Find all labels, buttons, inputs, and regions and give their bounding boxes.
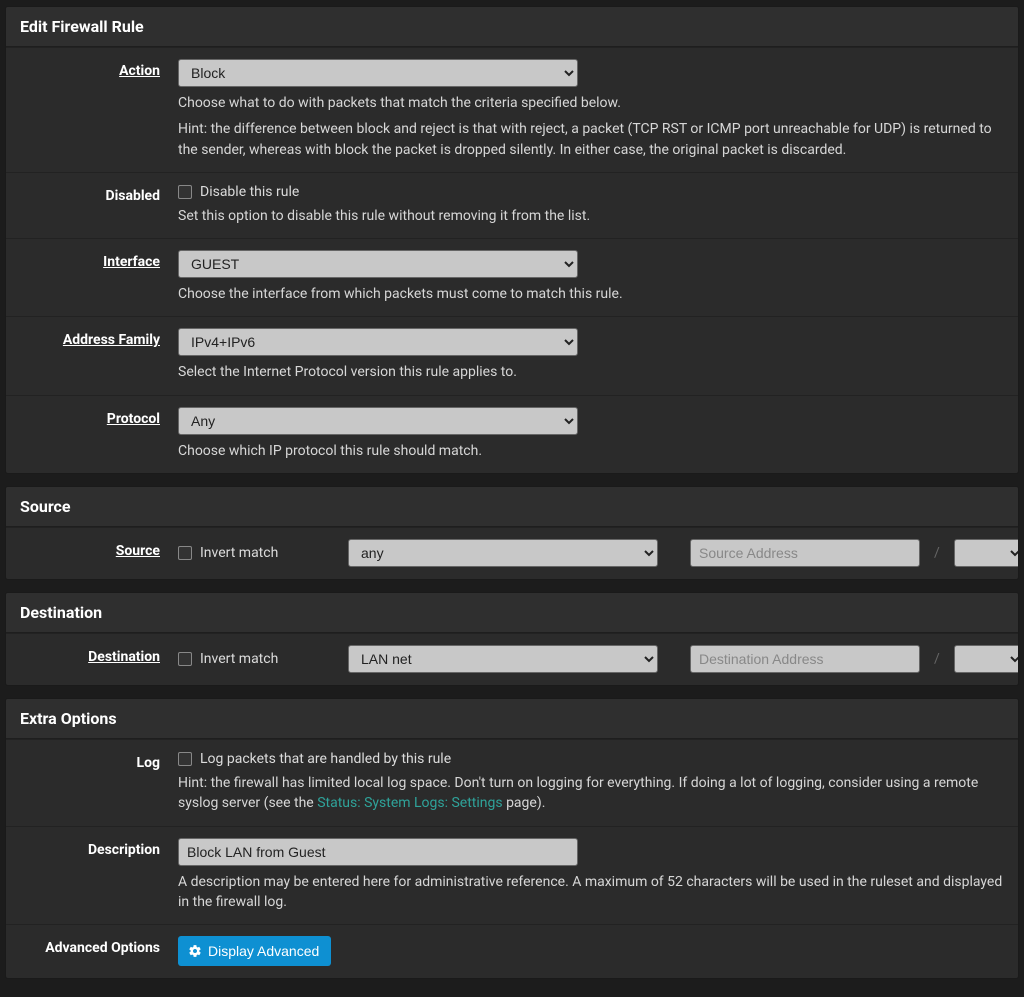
description-input[interactable]: [178, 838, 578, 866]
destination-panel: Destination Destination Invert match LAN…: [5, 592, 1019, 686]
label-address-family: Address Family: [18, 328, 178, 382]
extra-options-panel: Extra Options Log Log packets that are h…: [5, 698, 1019, 979]
disabled-checkbox-label: Disable this rule: [200, 184, 299, 200]
row-interface: Interface GUEST Choose the interface fro…: [6, 238, 1018, 316]
label-advanced: Advanced Options: [18, 936, 178, 966]
destination-type-select[interactable]: LAN net: [348, 645, 658, 673]
label-protocol: Protocol: [18, 407, 178, 461]
row-advanced: Advanced Options Display Advanced: [6, 924, 1018, 978]
protocol-select[interactable]: Any: [178, 407, 578, 435]
interface-hint: Choose the interface from which packets …: [178, 284, 1006, 304]
label-description: Description: [18, 838, 178, 913]
row-log: Log Log packets that are handled by this…: [6, 739, 1018, 826]
destination-invert-checkbox[interactable]: [178, 652, 192, 666]
gear-icon: [188, 944, 202, 958]
row-action: Action Block Choose what to do with pack…: [6, 47, 1018, 172]
syslog-settings-link[interactable]: Status: System Logs: Settings: [317, 795, 502, 811]
row-disabled: Disabled Disable this rule Set this opti…: [6, 172, 1018, 238]
row-destination: Destination Invert match LAN net /: [6, 633, 1018, 685]
source-invert-label: Invert match: [200, 545, 278, 561]
label-destination: Destination: [18, 645, 178, 673]
log-checkbox-label: Log packets that are handled by this rul…: [200, 751, 451, 767]
disabled-checkbox[interactable]: [178, 185, 192, 199]
label-disabled: Disabled: [18, 184, 178, 226]
description-hint: A description may be entered here for ad…: [178, 872, 1006, 913]
disabled-hint: Set this option to disable this rule wit…: [178, 206, 1006, 226]
display-advanced-label: Display Advanced: [208, 943, 319, 959]
log-hint: Hint: the firewall has limited local log…: [178, 773, 1006, 814]
action-hint1: Choose what to do with packets that matc…: [178, 93, 1006, 113]
row-description: Description A description may be entered…: [6, 826, 1018, 925]
edit-firewall-rule-panel: Edit Firewall Rule Action Block Choose w…: [5, 6, 1019, 474]
slash-separator: /: [930, 545, 944, 561]
destination-invert-label: Invert match: [200, 651, 278, 667]
panel-title: Destination: [6, 593, 1018, 633]
protocol-hint: Choose which IP protocol this rule shoul…: [178, 441, 1006, 461]
source-type-select[interactable]: any: [348, 539, 658, 567]
source-address-input[interactable]: [690, 539, 920, 567]
panel-title: Source: [6, 487, 1018, 527]
row-address-family: Address Family IPv4+IPv6 Select the Inte…: [6, 316, 1018, 394]
address-family-select[interactable]: IPv4+IPv6: [178, 328, 578, 356]
destination-address-input[interactable]: [690, 645, 920, 673]
label-action: Action: [18, 59, 178, 160]
slash-separator: /: [930, 651, 944, 667]
label-source: Source: [18, 539, 178, 567]
interface-select[interactable]: GUEST: [178, 250, 578, 278]
panel-title: Extra Options: [6, 699, 1018, 739]
source-panel: Source Source Invert match any /: [5, 486, 1019, 580]
action-select[interactable]: Block: [178, 59, 578, 87]
label-log: Log: [18, 751, 178, 814]
label-interface: Interface: [18, 250, 178, 304]
row-source: Source Invert match any /: [6, 527, 1018, 579]
log-checkbox[interactable]: [178, 752, 192, 766]
action-hint2: Hint: the difference between block and r…: [178, 119, 1006, 160]
display-advanced-button[interactable]: Display Advanced: [178, 936, 331, 966]
address-family-hint: Select the Internet Protocol version thi…: [178, 362, 1006, 382]
source-mask-select[interactable]: [954, 539, 1019, 567]
row-protocol: Protocol Any Choose which IP protocol th…: [6, 395, 1018, 473]
destination-mask-select[interactable]: [954, 645, 1019, 673]
panel-title: Edit Firewall Rule: [6, 7, 1018, 47]
source-invert-checkbox[interactable]: [178, 546, 192, 560]
